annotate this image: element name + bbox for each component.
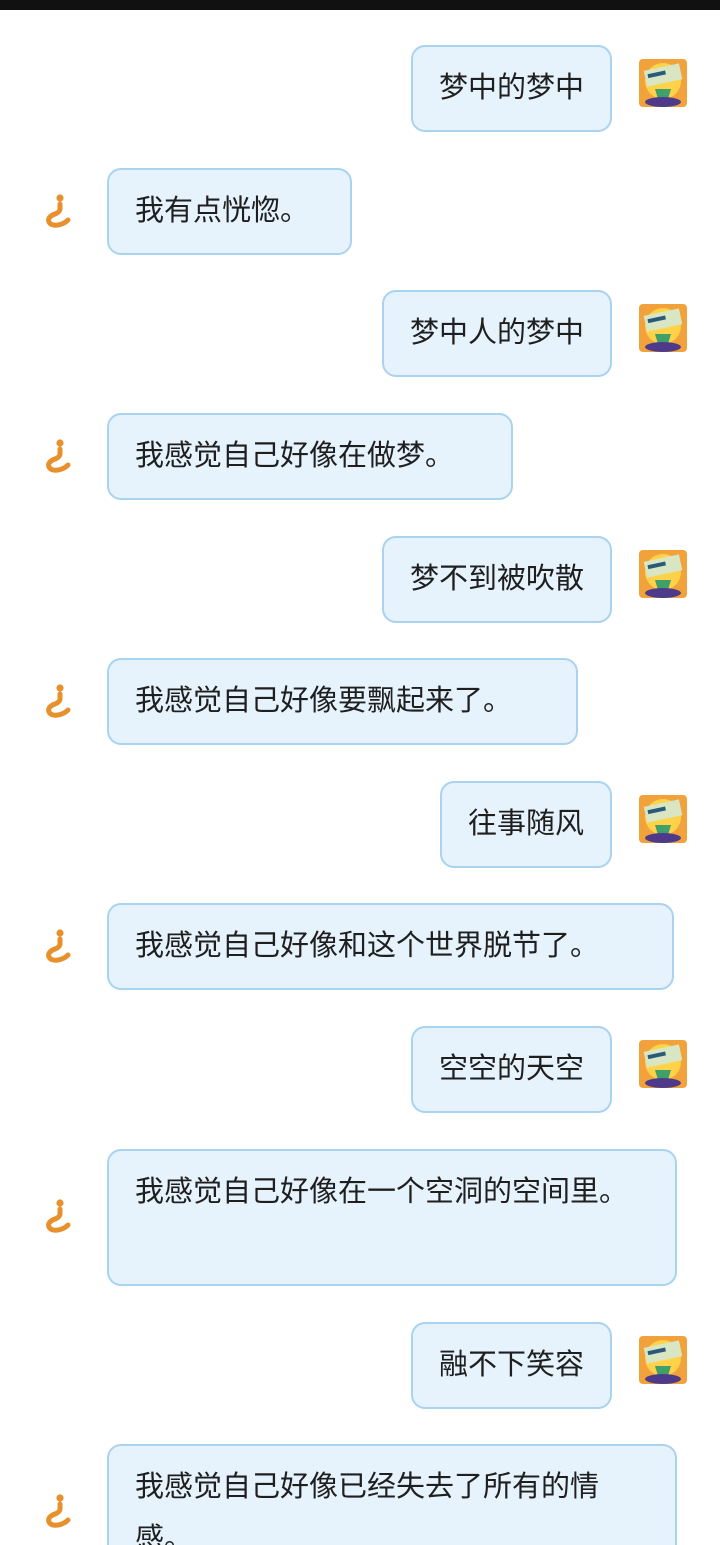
user-avatar[interactable] — [639, 1336, 687, 1384]
chat-message-list[interactable]: 梦中的梦中 我有点恍惚。 梦中人的梦中 我感觉自己好像在做梦。 梦不到被吹散 我… — [0, 0, 720, 1545]
bot-message-bubble[interactable]: 我有点恍惚。 — [107, 168, 352, 255]
user-avatar-image — [639, 550, 687, 598]
user-avatar-image — [639, 59, 687, 107]
bot-message-bubble[interactable]: 我感觉自己好像在做梦。 — [107, 413, 513, 500]
inverted-question-mark-icon — [46, 929, 71, 963]
user-avatar[interactable] — [639, 795, 687, 843]
user-message-bubble[interactable]: 融不下笑容 — [410, 1322, 612, 1409]
bot-message-bubble[interactable]: 我感觉自己好像和这个世界脱节了。 — [107, 903, 674, 990]
user-avatar-image — [639, 1040, 687, 1088]
inverted-question-mark-icon — [46, 1199, 71, 1233]
user-avatar-image — [639, 795, 687, 843]
user-message-bubble[interactable]: 梦中人的梦中 — [381, 290, 612, 377]
inverted-question-mark-icon — [46, 1494, 71, 1528]
user-avatar[interactable] — [639, 550, 687, 598]
user-avatar[interactable] — [639, 1040, 687, 1088]
user-message-bubble[interactable]: 往事随风 — [439, 781, 612, 868]
inverted-question-mark-icon — [46, 439, 71, 473]
user-avatar-image — [639, 304, 687, 352]
inverted-question-mark-icon — [46, 194, 71, 228]
user-message-bubble[interactable]: 梦中的梦中 — [410, 45, 612, 132]
user-message-bubble[interactable]: 梦不到被吹散 — [381, 536, 612, 623]
bot-message-bubble[interactable]: 我感觉自己好像要飘起来了。 — [107, 658, 578, 745]
inverted-question-mark-icon — [46, 684, 71, 718]
user-avatar-image — [639, 1336, 687, 1384]
bot-message-bubble[interactable]: 我感觉自己好像已经失去了所有的情感。 — [107, 1444, 677, 1545]
user-avatar[interactable] — [639, 59, 687, 107]
user-avatar[interactable] — [639, 304, 687, 352]
user-message-bubble[interactable]: 空空的天空 — [410, 1026, 612, 1113]
bot-message-bubble[interactable]: 我感觉自己好像在一个空洞的空间里。 — [107, 1149, 677, 1286]
